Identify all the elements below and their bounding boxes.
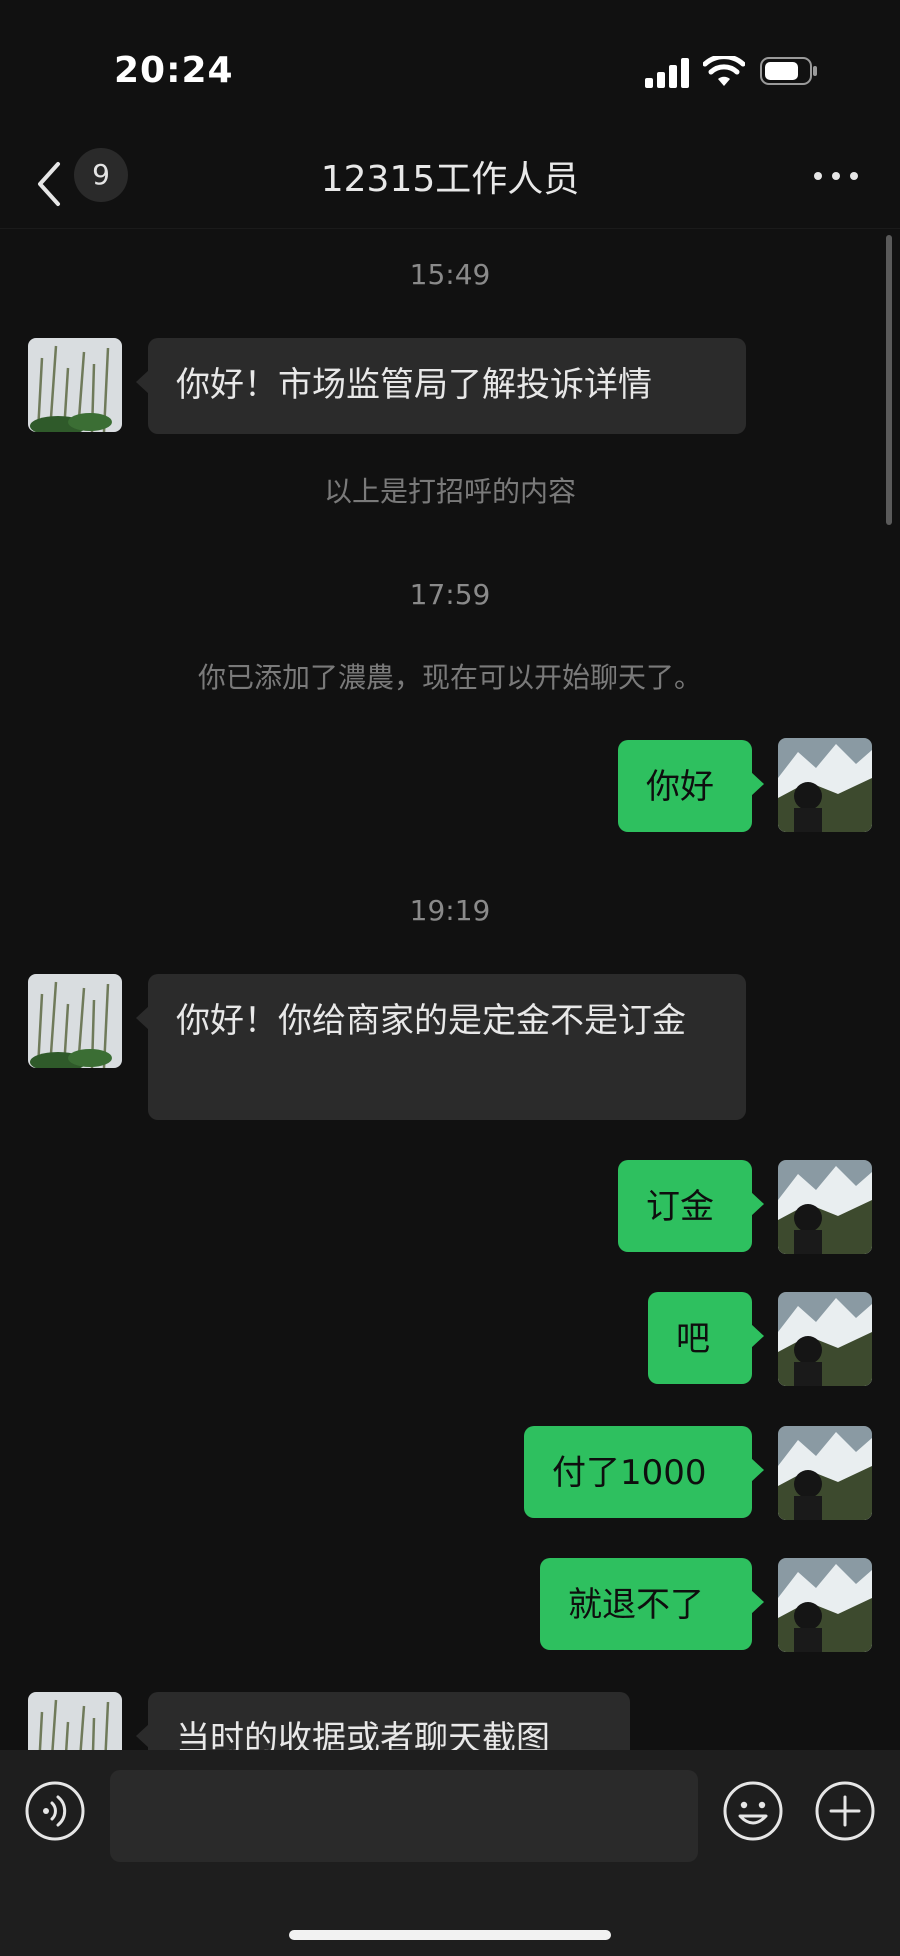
incoming-message[interactable]: 你好！你给商家的是定金不是订金 (136, 974, 746, 1120)
user-avatar[interactable] (778, 738, 872, 832)
incoming-message[interactable]: 你好！市场监管局了解投诉详情 (136, 338, 746, 434)
emoji-icon[interactable] (722, 1780, 784, 1842)
user-avatar[interactable] (778, 1558, 872, 1652)
message-input[interactable] (110, 1770, 698, 1862)
system-notice: 你已添加了濃農，现在可以开始聊天了。 (197, 661, 702, 694)
signal-icon (645, 58, 689, 88)
timestamp: 15:49 (409, 258, 491, 291)
input-bar (0, 1750, 900, 1956)
timestamp: 19:19 (409, 894, 491, 927)
outgoing-message[interactable]: 你好 (618, 740, 764, 832)
outgoing-message[interactable]: 付了1000 (524, 1426, 764, 1518)
plus-icon[interactable] (814, 1780, 876, 1842)
timestamp: 17:59 (409, 578, 491, 611)
home-indicator[interactable] (289, 1930, 611, 1940)
outgoing-message[interactable]: 订金 (618, 1160, 764, 1252)
battery-icon (760, 57, 817, 85)
outgoing-message[interactable]: 吧 (648, 1292, 764, 1384)
system-notice: 以上是打招呼的内容 (323, 475, 576, 508)
voice-icon[interactable] (24, 1780, 86, 1842)
contact-avatar[interactable] (28, 338, 122, 432)
wifi-icon (703, 56, 745, 86)
user-avatar[interactable] (778, 1160, 872, 1254)
user-avatar[interactable] (778, 1426, 872, 1520)
outgoing-message[interactable]: 就退不了 (540, 1558, 764, 1650)
user-avatar[interactable] (778, 1292, 872, 1386)
more-icon[interactable] (808, 152, 864, 200)
status-bar: 20:24 (0, 0, 900, 140)
status-time: 20:24 (114, 50, 234, 91)
contact-avatar[interactable] (28, 974, 122, 1068)
page-title: 12315工作人员 (320, 159, 580, 200)
